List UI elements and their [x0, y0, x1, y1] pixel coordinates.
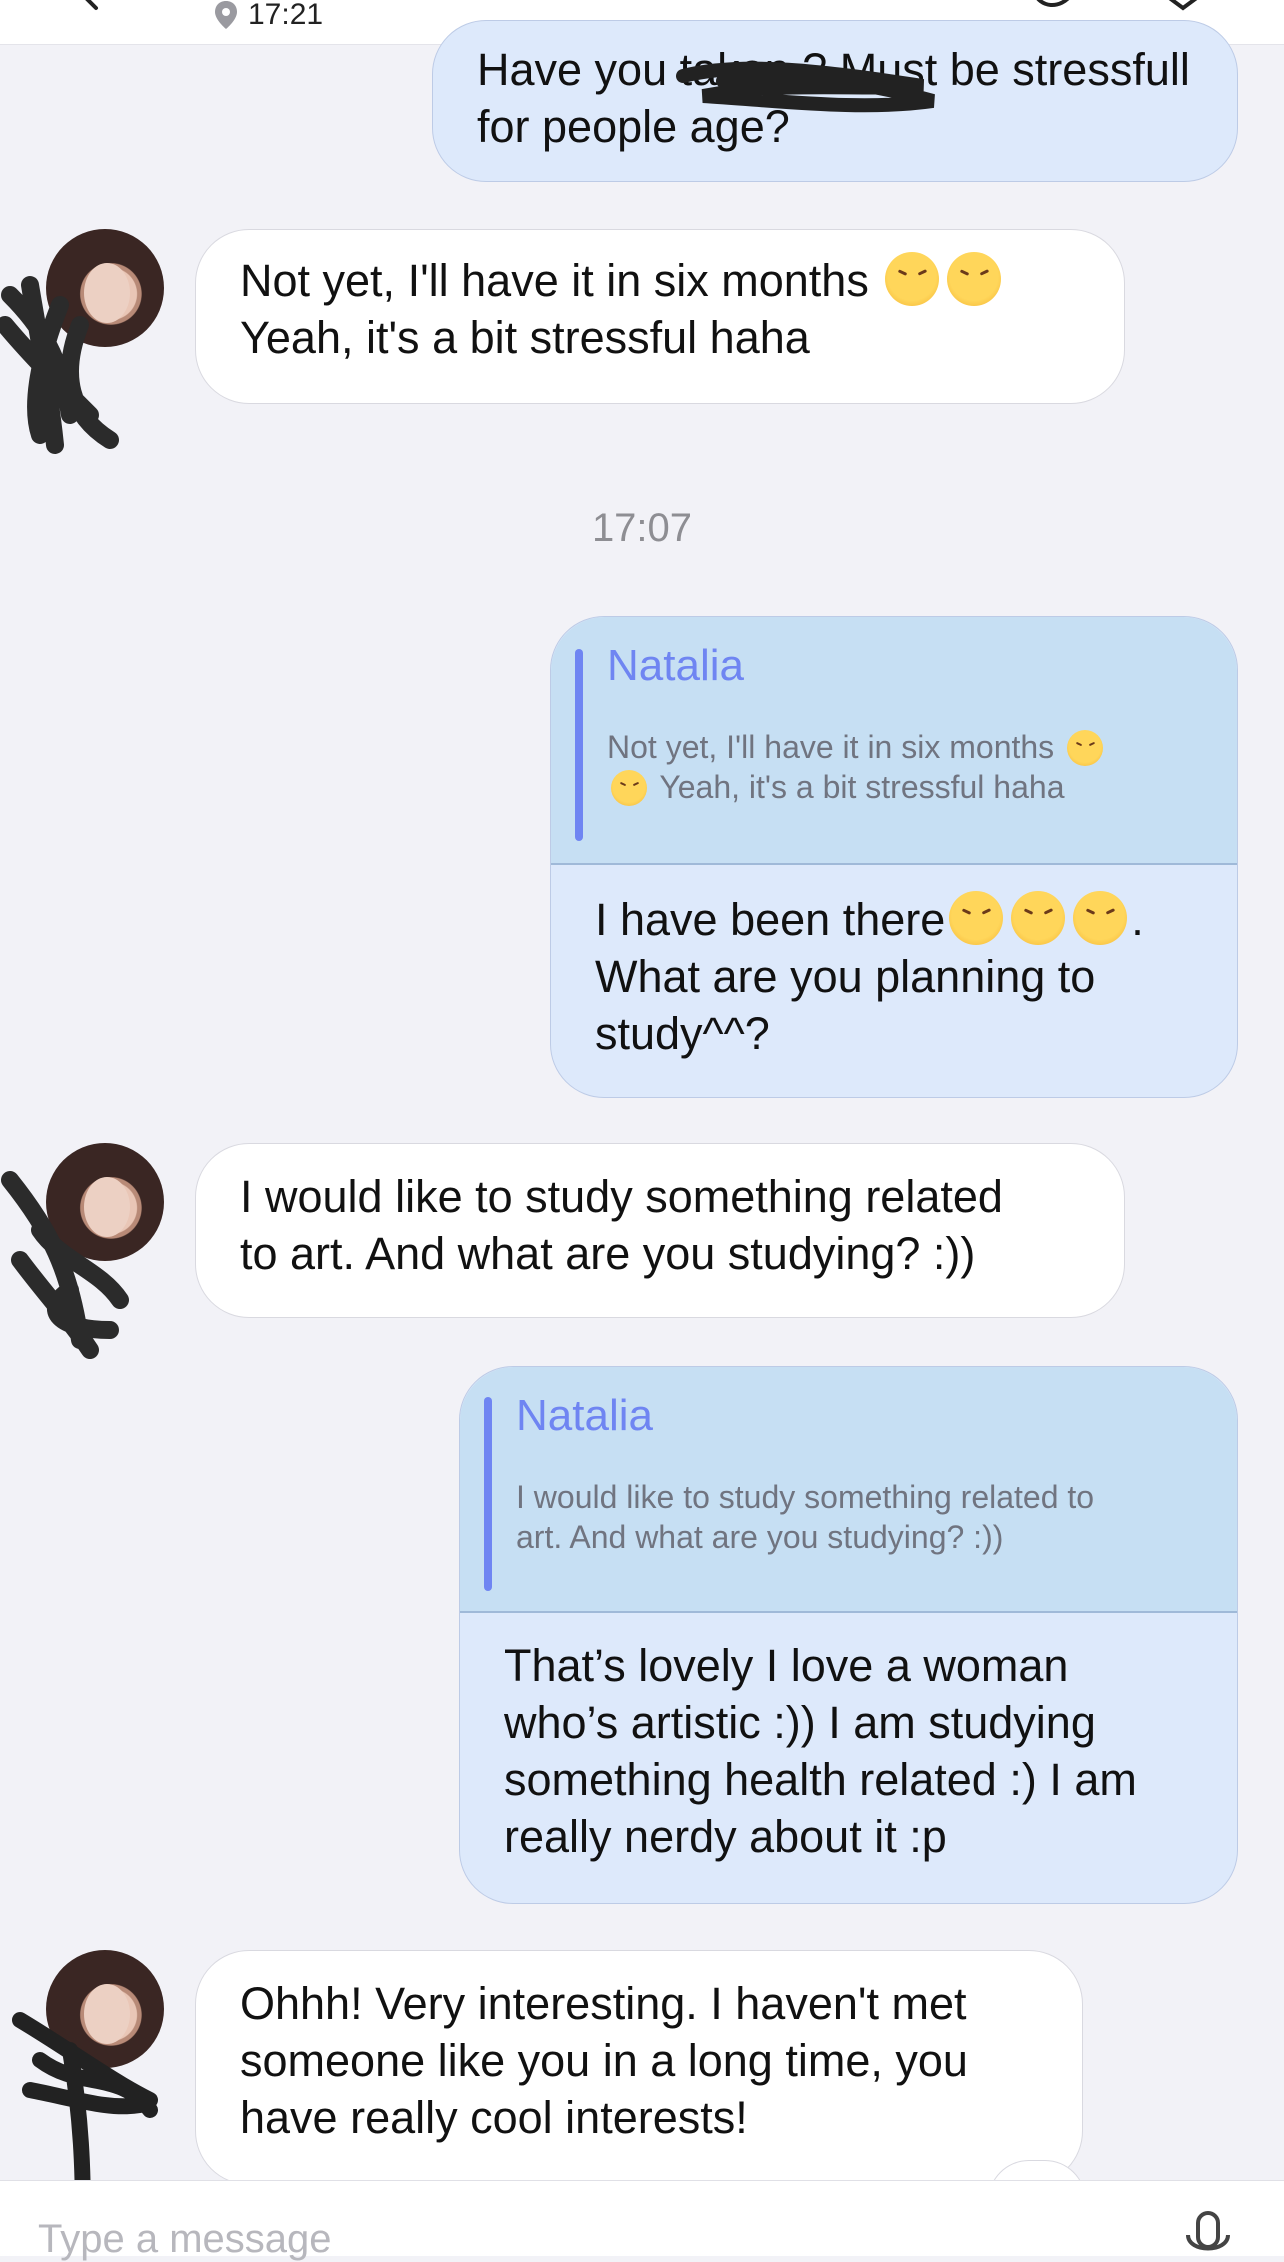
quoted-message[interactable]: Natalia Not yet, I'll have it in six mon… — [551, 617, 1237, 865]
message-text-line4: really nerdy about it :p — [504, 1811, 947, 1862]
outgoing-reply-message[interactable]: Natalia Not yet, I'll have it in six mon… — [550, 616, 1238, 1098]
confounded-emoji-icon — [1073, 891, 1128, 945]
message-composer: Type a message — [0, 2180, 1284, 2261]
message-text-line2: who’s artistic :)) I am studying — [504, 1697, 1096, 1748]
persevering-face-emoji-icon — [1067, 730, 1104, 766]
quote-author: Natalia — [607, 641, 744, 690]
message-text-line1: That’s lovely I love a woman — [504, 1640, 1069, 1691]
incoming-message[interactable]: Not yet, I'll have it in six months Yeah… — [195, 229, 1125, 404]
outgoing-reply-message[interactable]: Natalia I would like to study something … — [459, 1366, 1238, 1904]
quote-text: Not yet, I'll have it in six months Yeah… — [607, 727, 1167, 807]
call-icon[interactable] — [1030, 0, 1076, 12]
incoming-message[interactable]: Ohhh! Very interesting. I haven't met so… — [195, 1950, 1083, 2185]
status-time: 17:21 — [248, 0, 324, 31]
confounded-emoji-icon — [1011, 891, 1066, 945]
message-text-line1: Ohhh! Very interesting. I haven't met — [240, 1978, 967, 2029]
quote-text: I would like to study something related … — [516, 1479, 1095, 1555]
quoted-message[interactable]: Natalia I would like to study something … — [460, 1367, 1237, 1613]
options-icon[interactable] — [1160, 0, 1206, 12]
redaction-scribble — [676, 61, 935, 113]
timestamp: 17:07 — [591, 506, 693, 550]
redaction-scribble — [0, 276, 119, 454]
message-text-line2: Yeah, it's a bit stressful haha — [240, 312, 810, 363]
message-text-line2: What are you planning to — [595, 951, 1096, 1002]
message-input[interactable]: Type a message — [38, 2217, 332, 2262]
message-text-line3: study^^? — [595, 1008, 770, 1059]
redaction-scribble — [1, 1171, 129, 1359]
location-time: 17:21 — [212, 0, 324, 31]
sad-emoji-icon — [949, 891, 1004, 945]
message-text-line3: something health related :) I am — [504, 1754, 1137, 1805]
location-pin-icon — [215, 1, 237, 29]
persevering-face-emoji-icon — [947, 252, 1002, 306]
message-text-line2: to art. And what are you studying? :)) — [240, 1228, 976, 1279]
message-text-line3: have really cool interests! — [240, 2092, 748, 2143]
microphone-icon[interactable] — [1180, 2209, 1236, 2259]
message-text-line2: someone like you in a long time, you — [240, 2035, 968, 2086]
persevering-face-emoji-icon — [885, 252, 940, 306]
persevering-face-emoji-icon — [611, 770, 647, 806]
quote-author: Natalia — [516, 1391, 653, 1440]
message-text-line1: Not yet, I'll have it in six months — [240, 255, 869, 306]
outgoing-message[interactable]: Have you taken ? Must be stressfull for … — [432, 20, 1238, 182]
incoming-message[interactable]: I would like to study something related … — [195, 1143, 1125, 1318]
message-text-line1: I have been there — [595, 894, 946, 945]
message-text-line1: I would like to study something related — [240, 1171, 1003, 1222]
back-arrow-icon[interactable] — [80, 0, 110, 14]
